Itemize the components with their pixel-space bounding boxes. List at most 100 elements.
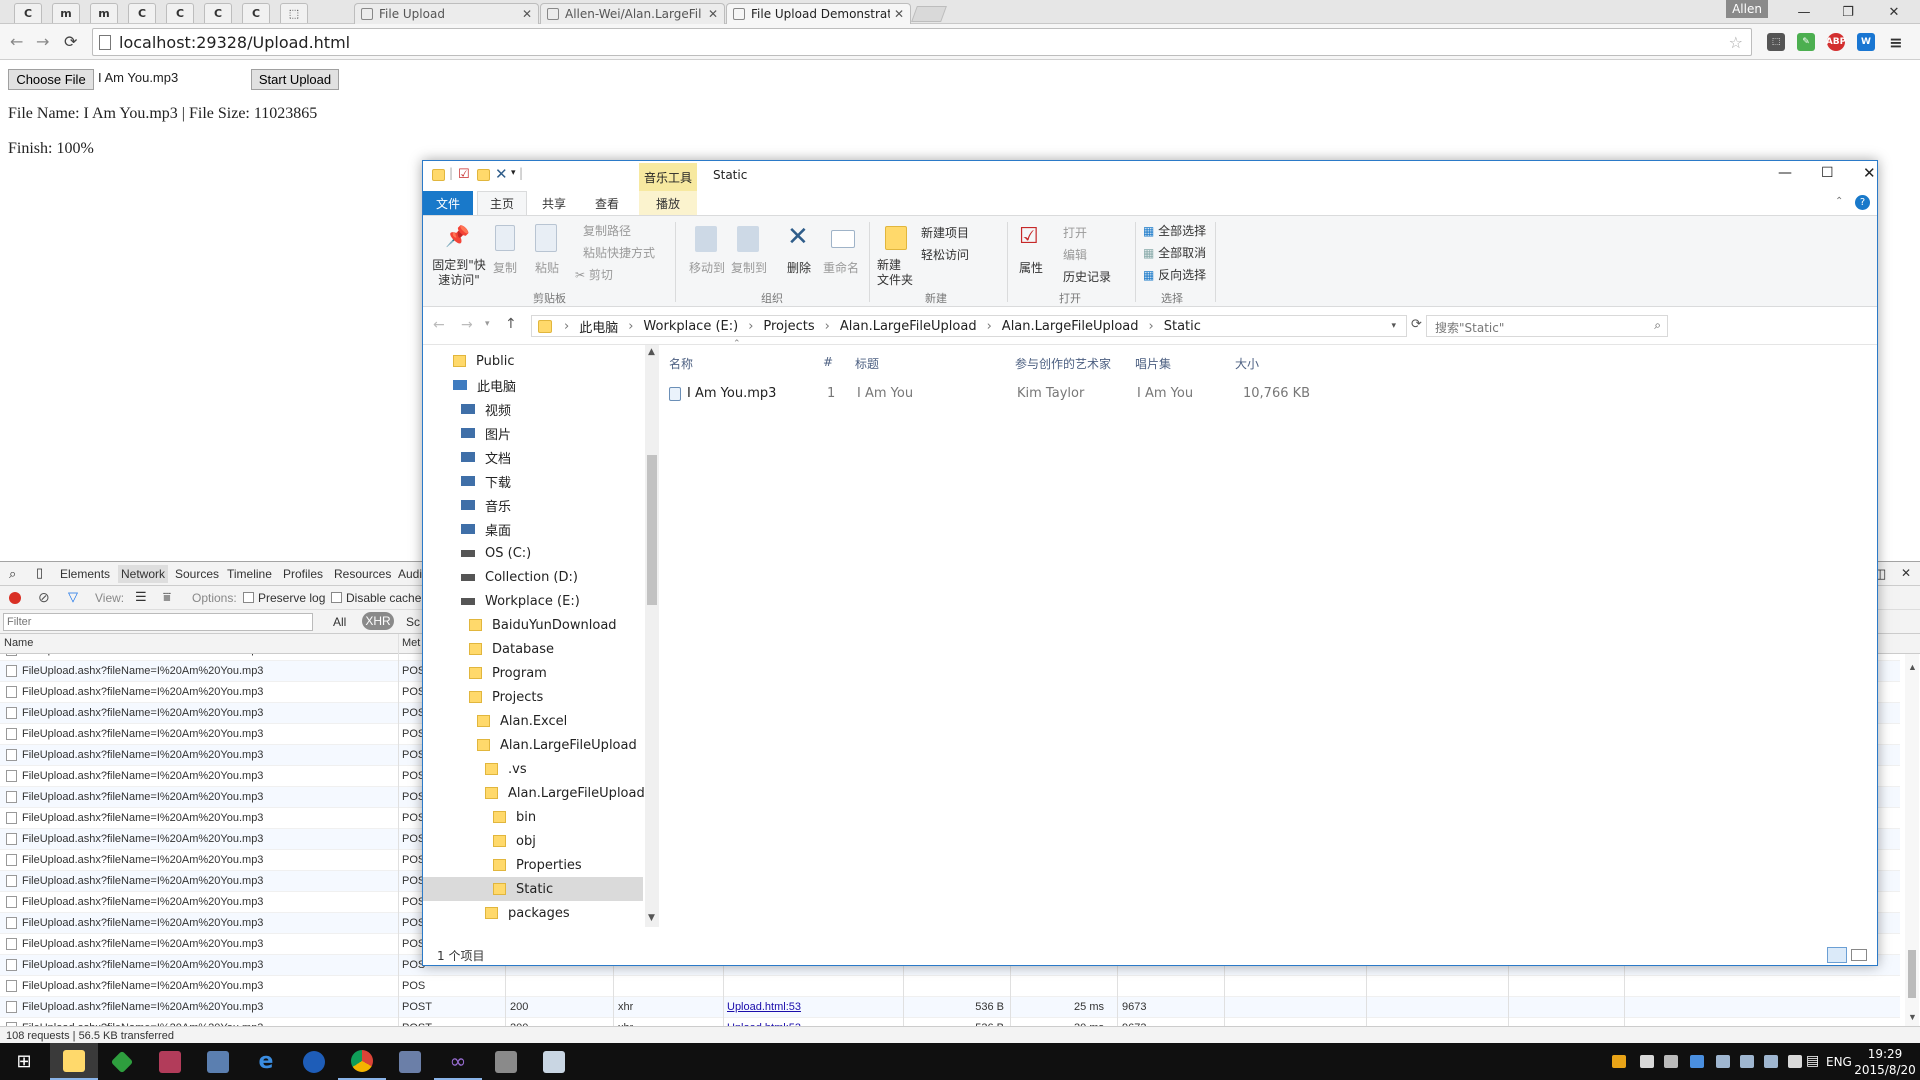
breadcrumb-item[interactable]: Alan.LargeFileUpload: [1002, 319, 1139, 334]
nav-item[interactable]: 桌面: [423, 517, 643, 541]
taskbar-chrome[interactable]: [338, 1043, 386, 1080]
nav-item[interactable]: Database: [423, 637, 643, 661]
breadcrumb-item[interactable]: Alan.LargeFileUpload: [840, 319, 977, 334]
action-center-icon[interactable]: ▤: [1806, 1053, 1819, 1069]
refresh-icon[interactable]: ⟳: [1411, 317, 1422, 332]
reload-icon[interactable]: ⟳: [64, 32, 77, 51]
recent-locations-icon[interactable]: ▾: [485, 319, 490, 329]
tray-icon[interactable]: [1640, 1055, 1654, 1068]
devtools-tab-audi[interactable]: Audi: [398, 567, 422, 581]
new-folder-qat-icon[interactable]: [477, 169, 490, 181]
nav-item[interactable]: Workplace (E:): [423, 589, 643, 613]
pinned-tab[interactable]: C: [204, 3, 232, 23]
menu-icon[interactable]: ≡: [1887, 33, 1905, 52]
nav-scrollbar-thumb[interactable]: [647, 455, 657, 605]
qat-dropdown-icon[interactable]: ▾: [511, 168, 516, 178]
close-tab-icon[interactable]: ✕: [708, 7, 718, 21]
tray-icon[interactable]: [1612, 1055, 1626, 1068]
address-bar[interactable]: › 此电脑 › Workplace (E:) › Projects › Alan…: [531, 315, 1407, 337]
taskbar-app[interactable]: [386, 1043, 434, 1080]
maximize-icon[interactable]: ☐: [1821, 165, 1834, 181]
nav-item[interactable]: 视频: [423, 397, 643, 421]
collapse-ribbon-icon[interactable]: ⌃: [1835, 196, 1843, 207]
volume-icon[interactable]: [1664, 1055, 1678, 1068]
taskbar-app[interactable]: [98, 1043, 146, 1080]
method-column-header[interactable]: Met: [402, 637, 420, 649]
request-initiator[interactable]: Upload.html:53: [727, 1001, 801, 1013]
history-button[interactable]: 历史记录: [1063, 268, 1111, 285]
disable-cache-checkbox[interactable]: [331, 592, 342, 603]
record-icon[interactable]: [9, 592, 21, 604]
copy-button[interactable]: 复制: [493, 259, 517, 276]
device-mode-icon[interactable]: ▯: [36, 565, 43, 581]
nav-item[interactable]: 此电脑: [423, 373, 643, 397]
nav-item[interactable]: Projects: [423, 685, 643, 709]
select-all-button[interactable]: ▦ 全部选择: [1143, 222, 1206, 239]
taskbar-explorer[interactable]: [50, 1043, 98, 1080]
pencil-extension-icon[interactable]: ✎: [1797, 33, 1815, 51]
paste-shortcut-button[interactable]: 粘贴快捷方式: [583, 244, 655, 261]
properties-button[interactable]: 属性: [1019, 259, 1043, 276]
tray-icon[interactable]: [1690, 1055, 1704, 1068]
paste-button[interactable]: 粘贴: [535, 259, 559, 276]
nav-item[interactable]: bin: [423, 805, 643, 829]
music-tools-context-tab[interactable]: 音乐工具: [639, 163, 697, 191]
address-dropdown-icon[interactable]: ▾: [1391, 321, 1396, 331]
overview-icon[interactable]: ⩸: [163, 589, 171, 605]
request-row[interactable]: FileUpload.ashx?fileName=I%20Am%20You.mp…: [0, 997, 1900, 1018]
nav-item[interactable]: 音乐: [423, 493, 643, 517]
start-button[interactable]: ⊞: [0, 1043, 48, 1080]
nav-item[interactable]: obj: [423, 829, 643, 853]
choose-file-button[interactable]: Choose File: [8, 69, 94, 90]
forward-icon[interactable]: →: [461, 317, 473, 333]
filter-all[interactable]: All: [333, 615, 346, 629]
devtools-tab-profiles[interactable]: Profiles: [283, 567, 323, 581]
extension-icon[interactable]: ⬚: [1767, 33, 1785, 51]
taskbar-app[interactable]: [482, 1043, 530, 1080]
column-header-artist[interactable]: 参与创作的艺术家: [1015, 355, 1111, 372]
large-rows-icon[interactable]: ☰: [135, 589, 147, 605]
nav-item[interactable]: Alan.LargeFileUpload: [423, 781, 645, 805]
breadcrumb-item[interactable]: 此电脑: [579, 317, 618, 336]
ribbon-tab-share[interactable]: 共享: [530, 191, 578, 215]
pinned-tab[interactable]: C: [128, 3, 156, 23]
nav-item[interactable]: 文档: [423, 445, 643, 469]
column-header-name[interactable]: 名称: [669, 355, 693, 372]
new-item-button[interactable]: 新建项目: [921, 224, 969, 241]
devtools-tab-resources[interactable]: Resources: [334, 567, 391, 581]
new-tab-button[interactable]: [911, 6, 947, 22]
start-upload-button[interactable]: Start Upload: [251, 69, 339, 90]
column-header-track[interactable]: #: [823, 355, 833, 369]
taskbar-app[interactable]: [290, 1043, 338, 1080]
name-column-header[interactable]: Name: [4, 637, 33, 649]
browser-tab[interactable]: File Upload Demonstrat ✕: [726, 3, 911, 24]
close-devtools-icon[interactable]: ✕: [1901, 566, 1911, 580]
pinned-tab[interactable]: m: [90, 3, 118, 23]
taskbar-edge[interactable]: e: [242, 1043, 290, 1080]
edit-button[interactable]: 编辑: [1063, 246, 1087, 263]
filter-icon[interactable]: ▽: [68, 589, 78, 605]
search-input[interactable]: 搜索"Static" ⌕: [1426, 315, 1668, 337]
pin-quick-access-button[interactable]: 固定到"快速访问": [431, 258, 487, 288]
minimize-icon[interactable]: —: [1778, 165, 1792, 181]
large-icons-view-icon[interactable]: [1851, 949, 1867, 961]
filter-scripts[interactable]: Sc: [406, 615, 420, 629]
rename-button[interactable]: 重命名: [823, 259, 859, 276]
taskbar-visual-studio[interactable]: ∞: [434, 1043, 482, 1080]
move-to-button[interactable]: 移动到: [689, 259, 725, 276]
file-row[interactable]: I Am You.mp3 1 I Am You Kim Taylor I Am …: [661, 379, 1310, 403]
nav-item[interactable]: packages: [423, 901, 643, 925]
nav-item[interactable]: Public: [423, 349, 643, 373]
ribbon-tab-file[interactable]: 文件: [423, 191, 473, 215]
ribbon-tab-play[interactable]: 播放: [639, 191, 697, 215]
easy-access-button[interactable]: 轻松访问: [921, 246, 969, 263]
scrollbar-thumb[interactable]: [1908, 950, 1916, 998]
nav-item[interactable]: Collection (D:): [423, 565, 643, 589]
nav-item[interactable]: Alan.Excel: [423, 709, 643, 733]
ribbon-tab-home[interactable]: 主页: [477, 191, 528, 215]
restore-icon[interactable]: ❐: [1828, 0, 1868, 24]
nav-item[interactable]: Program: [423, 661, 643, 685]
input-language[interactable]: ENG: [1826, 1055, 1852, 1069]
cut-button[interactable]: ✂ 剪切: [575, 266, 613, 283]
minimize-icon[interactable]: —: [1784, 0, 1824, 24]
